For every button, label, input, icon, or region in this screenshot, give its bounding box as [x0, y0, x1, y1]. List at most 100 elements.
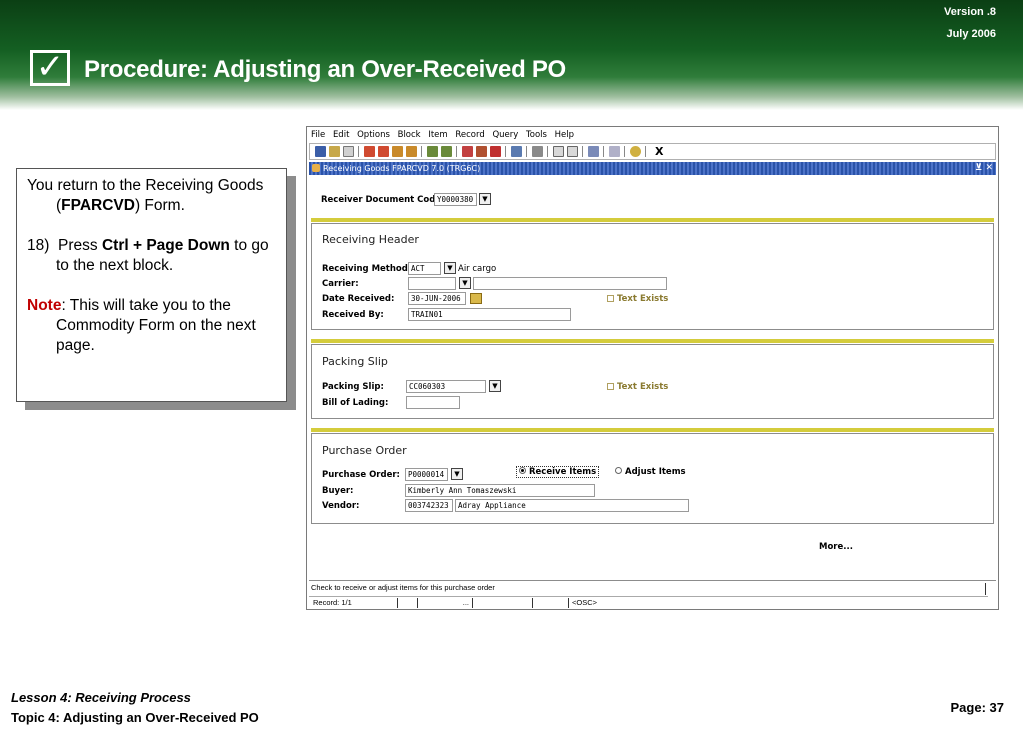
- buyer-field[interactable]: Kimberly Ann Tomaszewski: [405, 484, 595, 497]
- toolbar-separator: [624, 146, 625, 157]
- clear-form-icon[interactable]: [510, 146, 522, 157]
- more-link[interactable]: More...: [819, 542, 853, 552]
- section-divider: [311, 339, 994, 343]
- receiving-method-field[interactable]: ACT: [408, 262, 441, 275]
- clear-record-icon[interactable]: [489, 146, 501, 157]
- menu-item[interactable]: Item: [428, 130, 447, 140]
- menu-bar: File Edit Options Block Item Record Quer…: [307, 127, 998, 143]
- receiver-doc-dropdown-icon[interactable]: ▼: [479, 193, 491, 205]
- vendor-label: Vendor:: [322, 501, 360, 511]
- insert-record-icon[interactable]: [461, 146, 473, 157]
- purchase-order-section: Purchase Order Purchase Order: P0000014 …: [311, 433, 994, 524]
- save-icon[interactable]: [314, 146, 326, 157]
- callout-step: 18) Press Ctrl + Page Down to go to the …: [27, 236, 276, 276]
- next-block-icon[interactable]: [377, 146, 389, 157]
- vendor-id-field[interactable]: 003742323: [405, 499, 453, 512]
- banner-app-window: File Edit Options Block Item Record Quer…: [306, 126, 999, 610]
- received-by-field[interactable]: TRAIN01: [408, 308, 571, 321]
- intro-code: FPARCVD: [61, 197, 135, 214]
- menu-block[interactable]: Block: [398, 130, 421, 140]
- text-exists-packing[interactable]: Text Exists: [607, 382, 668, 392]
- bdm-icon[interactable]: [608, 146, 620, 157]
- toolbar-separator: [526, 146, 527, 157]
- packing-slip-field[interactable]: CC060303: [406, 380, 486, 393]
- menu-help[interactable]: Help: [555, 130, 574, 140]
- status-segment: [472, 598, 532, 608]
- note-text: : This will take you to the Commodity Fo…: [56, 297, 256, 354]
- menu-record[interactable]: Record: [455, 130, 484, 140]
- window-controls[interactable]: ⊻ ✕: [975, 162, 993, 175]
- execute-query-icon[interactable]: [440, 146, 452, 157]
- purchase-order-label: Purchase Order:: [322, 470, 400, 480]
- receiver-doc-field[interactable]: Y0000380: [434, 193, 477, 206]
- date-label: July 2006: [946, 28, 996, 40]
- remove-record-icon[interactable]: [475, 146, 487, 157]
- buyer-label: Buyer:: [322, 486, 354, 496]
- purchase-order-dropdown-icon[interactable]: ▼: [451, 468, 463, 480]
- print-preview-icon[interactable]: [342, 146, 354, 157]
- step-number: 18): [27, 237, 50, 254]
- text-exists-header[interactable]: Text Exists: [607, 294, 668, 304]
- toolbar: X: [309, 143, 996, 160]
- menu-edit[interactable]: Edit: [333, 130, 349, 140]
- print-icon[interactable]: [531, 146, 543, 157]
- slide-header-band: [0, 0, 1023, 110]
- rollback-icon[interactable]: [328, 146, 340, 157]
- text-exists-checkbox[interactable]: [607, 383, 614, 390]
- calendar-icon[interactable]: [470, 293, 482, 304]
- record-count: Record: 1/1: [313, 598, 352, 607]
- receiving-method-label: Receiving Method:: [322, 264, 412, 274]
- toolbar-separator: [603, 146, 604, 157]
- slide-title: Procedure: Adjusting an Over-Received PO: [84, 56, 566, 83]
- radio-unselected-icon: [615, 467, 622, 474]
- form-area: Receiver Document Code Y0000380 ▼ Receiv…: [309, 175, 996, 580]
- section-divider: [311, 218, 994, 222]
- checkbox-icon: ✓: [30, 50, 70, 86]
- callout-intro: You return to the Receiving Goods (FPARC…: [27, 176, 276, 216]
- list-values-icon[interactable]: [552, 146, 564, 157]
- received-by-label: Received By:: [322, 310, 384, 320]
- status-area: Check to receive or adjust items for thi…: [309, 580, 996, 609]
- text-exists-label: Text Exists: [617, 294, 669, 304]
- packing-slip-title: Packing Slip: [322, 355, 388, 368]
- next-record-icon[interactable]: [405, 146, 417, 157]
- carrier-dropdown-icon[interactable]: ▼: [459, 277, 471, 289]
- adjust-items-radio[interactable]: Adjust Items: [615, 467, 686, 477]
- menu-options[interactable]: Options: [357, 130, 390, 140]
- carrier-label: Carrier:: [322, 279, 359, 289]
- text-exists-checkbox[interactable]: [607, 295, 614, 302]
- form-icon: [312, 164, 320, 172]
- receive-items-radio[interactable]: Receive Items: [516, 466, 600, 478]
- count-query-icon[interactable]: [566, 146, 578, 157]
- enter-query-icon[interactable]: [426, 146, 438, 157]
- bill-of-lading-label: Bill of Lading:: [322, 398, 389, 408]
- status-segment: [532, 598, 568, 608]
- carrier-desc-field[interactable]: [473, 277, 667, 290]
- menu-query[interactable]: Query: [492, 130, 518, 140]
- vendor-name-field[interactable]: Adray Appliance: [455, 499, 689, 512]
- status-segment: [397, 598, 417, 608]
- radio-selected-icon: [519, 467, 526, 474]
- purchase-order-field[interactable]: P0000014: [405, 468, 448, 481]
- receiving-method-dropdown-icon[interactable]: ▼: [444, 262, 456, 274]
- adjust-items-label: Adjust Items: [625, 467, 686, 477]
- instruction-callout: You return to the Receiving Goods (FPARC…: [16, 168, 287, 402]
- workflow-icon[interactable]: [587, 146, 599, 157]
- packing-slip-dropdown-icon[interactable]: ▼: [489, 380, 501, 392]
- lesson-label: Lesson 4: Receiving Process: [11, 690, 191, 705]
- toolbar-separator: [358, 146, 359, 157]
- text-exists-label: Text Exists: [617, 382, 669, 392]
- packing-slip-section: Packing Slip Packing Slip: CC060303 ▼ Te…: [311, 344, 994, 419]
- exit-icon[interactable]: X: [655, 145, 663, 158]
- toolbar-separator: [456, 146, 457, 157]
- previous-record-icon[interactable]: [391, 146, 403, 157]
- menu-tools[interactable]: Tools: [526, 130, 547, 140]
- toolbar-separator: [547, 146, 548, 157]
- toolbar-separator: [421, 146, 422, 157]
- previous-block-icon[interactable]: [363, 146, 375, 157]
- help-icon[interactable]: [629, 146, 641, 157]
- bill-of-lading-field[interactable]: [406, 396, 460, 409]
- date-received-field[interactable]: 30-JUN-2006: [408, 292, 466, 305]
- carrier-field[interactable]: [408, 277, 456, 290]
- menu-file[interactable]: File: [311, 130, 325, 140]
